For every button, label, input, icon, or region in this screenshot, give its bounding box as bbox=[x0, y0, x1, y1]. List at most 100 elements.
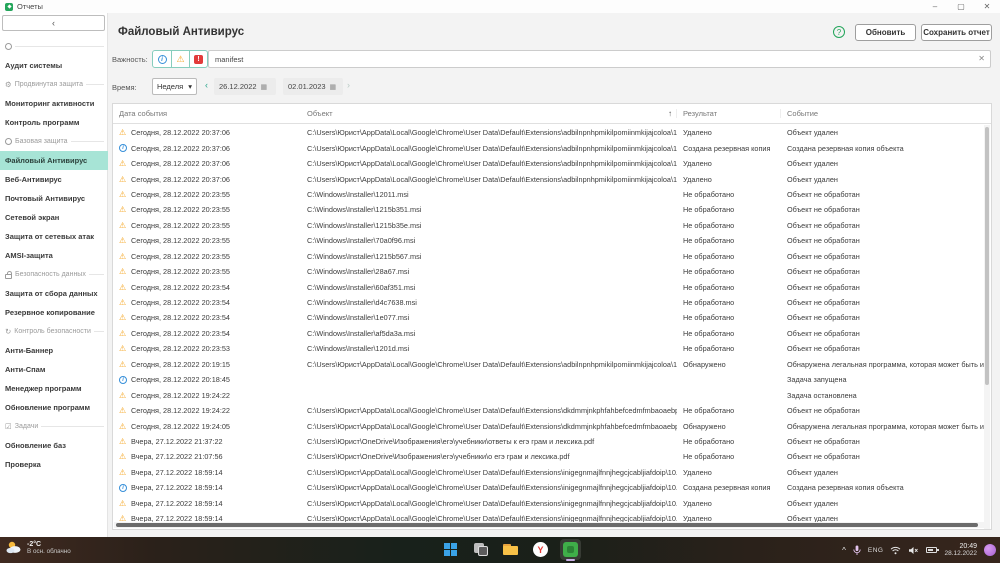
period-dropdown[interactable]: Неделя ▾ bbox=[152, 78, 197, 95]
windows-start-button[interactable] bbox=[440, 539, 461, 560]
table-row[interactable]: ⚠ Сегодня, 28.12.2022 20:23:55 C:\Windows\… bbox=[113, 233, 987, 248]
battery-icon[interactable] bbox=[926, 547, 939, 553]
importance-critical-toggle[interactable]: ! bbox=[189, 51, 207, 67]
refresh-button[interactable]: Обновить bbox=[855, 24, 916, 41]
info-icon: i bbox=[113, 375, 131, 384]
sidebar-item-firewall[interactable]: Сетевой экран bbox=[0, 208, 108, 227]
save-report-button[interactable]: Сохранить отчет bbox=[921, 24, 992, 41]
language-indicator[interactable]: ENG bbox=[868, 547, 884, 554]
sidebar-item-amsi-protection[interactable]: AMSI-защита bbox=[0, 246, 108, 265]
section-divider bbox=[41, 426, 104, 427]
importance-warning-toggle[interactable]: ⚠ bbox=[171, 51, 189, 67]
event-result: Не обработано bbox=[683, 205, 735, 215]
sidebar-item-mail-antivirus[interactable]: Почтовый Антивирус bbox=[0, 189, 108, 208]
column-header-object[interactable]: Объект ↑ bbox=[307, 109, 677, 118]
sidebar-item-web-antivirus[interactable]: Веб-Антивирус bbox=[0, 170, 108, 189]
table-row[interactable]: ⚠ Вчера, 27.12.2022 18:59:14 C:\Users\Юрис… bbox=[113, 465, 987, 480]
sidebar-item-anti-spam[interactable]: Анти-Спам bbox=[0, 360, 108, 379]
event-object: C:\Users\Юрист\AppData\Local\Google\Chro… bbox=[307, 360, 677, 369]
table-row[interactable]: ⚠ Сегодня, 28.12.2022 20:23:54 C:\Windows\… bbox=[113, 279, 987, 294]
sidebar-item-app-updater[interactable]: Обновление программ bbox=[0, 398, 108, 417]
importance-info-toggle[interactable]: i bbox=[153, 51, 171, 67]
table-row[interactable]: ⚠ Сегодня, 28.12.2022 20:23:55 C:\Windows\… bbox=[113, 249, 987, 264]
column-header-event[interactable]: Событие bbox=[781, 109, 991, 118]
help-icon[interactable]: ? bbox=[833, 26, 845, 38]
task-view-button[interactable] bbox=[470, 539, 491, 560]
prev-period-arrow[interactable]: ‹ bbox=[205, 80, 208, 90]
importance-label: Важность: bbox=[112, 55, 148, 64]
table-row[interactable]: ⚠ Сегодня, 28.12.2022 20:23:53 C:\Windows\… bbox=[113, 341, 987, 356]
column-header-date[interactable]: Дата события bbox=[113, 109, 307, 118]
table-row[interactable]: ⚠ Сегодня, 28.12.2022 20:23:54 C:\Windows\… bbox=[113, 295, 987, 310]
table-row[interactable]: ⚠ Сегодня, 28.12.2022 20:37:06 C:\Users\Юр… bbox=[113, 125, 987, 140]
table-row[interactable]: ⚠ Сегодня, 28.12.2022 19:24:05 C:\Users\Юр… bbox=[113, 418, 987, 433]
microphone-icon[interactable] bbox=[853, 545, 861, 556]
table-row[interactable]: ⚠ Вчера, 27.12.2022 21:37:22 C:\Users\Юрис… bbox=[113, 434, 987, 449]
weather-widget[interactable]: -2°C В осн. облачно bbox=[6, 540, 71, 555]
section-divider bbox=[15, 46, 104, 47]
event-description: Задача остановлена bbox=[787, 390, 857, 400]
yandex-browser-button[interactable]: Y bbox=[530, 539, 551, 560]
table-row[interactable]: ⚠ Сегодня, 28.12.2022 20:23:55 C:\Windows\… bbox=[113, 264, 987, 279]
next-period-arrow[interactable]: › bbox=[347, 80, 350, 90]
clear-search-icon[interactable]: ✕ bbox=[978, 54, 985, 63]
back-button[interactable]: ‹ bbox=[2, 15, 105, 31]
column-header-result[interactable]: Результат bbox=[677, 109, 781, 118]
event-result: Удалено bbox=[683, 128, 712, 138]
sidebar-item-file-antivirus[interactable]: Файловый Антивирус bbox=[0, 151, 108, 170]
taskbar-clock[interactable]: 20:49 28.12.2022 bbox=[944, 543, 977, 557]
kaspersky-app-button[interactable] bbox=[560, 539, 581, 561]
sidebar-item-scan[interactable]: Проверка bbox=[0, 455, 108, 474]
table-row[interactable]: ⚠ Вчера, 27.12.2022 21:07:56 C:\Users\Юрис… bbox=[113, 449, 987, 464]
sidebar-item-anti-banner[interactable]: Анти-Баннер bbox=[0, 341, 108, 360]
sidebar-item-activity-monitoring[interactable]: Мониторинг активности bbox=[0, 94, 108, 113]
sidebar-item-app-control[interactable]: Контроль программ bbox=[0, 113, 108, 132]
table-row[interactable]: ⚠ Сегодня, 28.12.2022 20:19:15 C:\Users\Юр… bbox=[113, 357, 987, 372]
event-description: Объект не обработан bbox=[787, 344, 860, 354]
speaker-icon[interactable] bbox=[908, 546, 919, 555]
sidebar-item-network-attack-protection[interactable]: Защита от сетевых атак bbox=[0, 227, 108, 246]
close-button[interactable]: ✕ bbox=[974, 0, 1000, 13]
minimize-button[interactable]: – bbox=[922, 0, 948, 13]
table-row[interactable]: ⚠ Сегодня, 28.12.2022 20:23:55 C:\Windows\… bbox=[113, 218, 987, 233]
event-result: Создана резервная копия bbox=[683, 143, 771, 153]
sidebar-item-data-collection-protection[interactable]: Защита от сбора данных bbox=[0, 284, 108, 303]
vertical-scrollbar-thumb[interactable] bbox=[985, 127, 989, 385]
event-description: Объект удален bbox=[787, 467, 838, 477]
table-row[interactable]: ⚠ Сегодня, 28.12.2022 20:23:55 C:\Windows\… bbox=[113, 187, 987, 202]
table-row[interactable]: i Сегодня, 28.12.2022 20:18:45 Задача запу… bbox=[113, 372, 987, 387]
table-row[interactable]: ⚠ Сегодня, 28.12.2022 20:23:54 C:\Windows\… bbox=[113, 326, 987, 341]
table-row[interactable]: ⚠ Сегодня, 28.12.2022 20:23:54 C:\Windows\… bbox=[113, 310, 987, 325]
horizontal-scrollbar-thumb[interactable] bbox=[116, 523, 978, 527]
sidebar-item-system-audit[interactable]: Аудит системы bbox=[0, 56, 108, 75]
event-object: C:\Users\Юрист\AppData\Local\Google\Chro… bbox=[307, 422, 677, 431]
search-input[interactable] bbox=[209, 51, 990, 67]
table-row[interactable]: i Вчера, 27.12.2022 18:59:14 C:\Users\Юрис… bbox=[113, 480, 987, 495]
wifi-icon[interactable] bbox=[890, 546, 901, 555]
sidebar: ‹ Аудит системы ⚙ Продвинутая защита Монито… bbox=[0, 13, 108, 537]
table-row[interactable]: ⚠ Сегодня, 28.12.2022 19:24:22 C:\Users\Юр… bbox=[113, 403, 987, 418]
date-to-field[interactable]: 02.01.2023 ▦ bbox=[283, 78, 343, 95]
section-label: Безопасность данных bbox=[15, 271, 86, 278]
file-explorer-button[interactable] bbox=[500, 539, 521, 560]
sidebar-item-backup[interactable]: Резервное копирование bbox=[0, 303, 108, 322]
table-row[interactable]: ⚠ Сегодня, 28.12.2022 20:23:55 C:\Windows\… bbox=[113, 202, 987, 217]
table-row[interactable]: ⚠ Сегодня, 28.12.2022 20:37:06 C:\Users\Юр… bbox=[113, 171, 987, 186]
horizontal-scrollbar[interactable] bbox=[114, 522, 986, 528]
table-row[interactable]: i Сегодня, 28.12.2022 20:37:06 C:\Users\Юр… bbox=[113, 140, 987, 155]
notification-badge[interactable] bbox=[984, 544, 996, 556]
sidebar-item-label: Менеджер программ bbox=[5, 384, 82, 393]
date-from-value: 26.12.2022 bbox=[219, 82, 257, 91]
sidebar-section-data-security: Безопасность данных bbox=[0, 265, 108, 284]
tray-expand-chevron-icon[interactable]: ^ bbox=[842, 546, 846, 555]
event-description: Объект не обработан bbox=[787, 436, 860, 446]
vertical-scrollbar[interactable] bbox=[984, 125, 990, 529]
date-from-field[interactable]: 26.12.2022 ▦ bbox=[214, 78, 276, 95]
sidebar-item-app-manager[interactable]: Менеджер программ bbox=[0, 379, 108, 398]
maximize-button[interactable]: ▢ bbox=[948, 0, 974, 13]
table-row[interactable]: ⚠ Вчера, 27.12.2022 18:59:14 C:\Users\Юрис… bbox=[113, 496, 987, 511]
event-date: Вчера, 27.12.2022 18:59:14 bbox=[131, 483, 223, 493]
table-row[interactable]: ⚠ Сегодня, 28.12.2022 20:37:06 C:\Users\Юр… bbox=[113, 156, 987, 171]
table-row[interactable]: ⚠ Сегодня, 28.12.2022 19:24:22 Задача оста… bbox=[113, 387, 987, 402]
sidebar-item-db-update[interactable]: Обновление баз bbox=[0, 436, 108, 455]
